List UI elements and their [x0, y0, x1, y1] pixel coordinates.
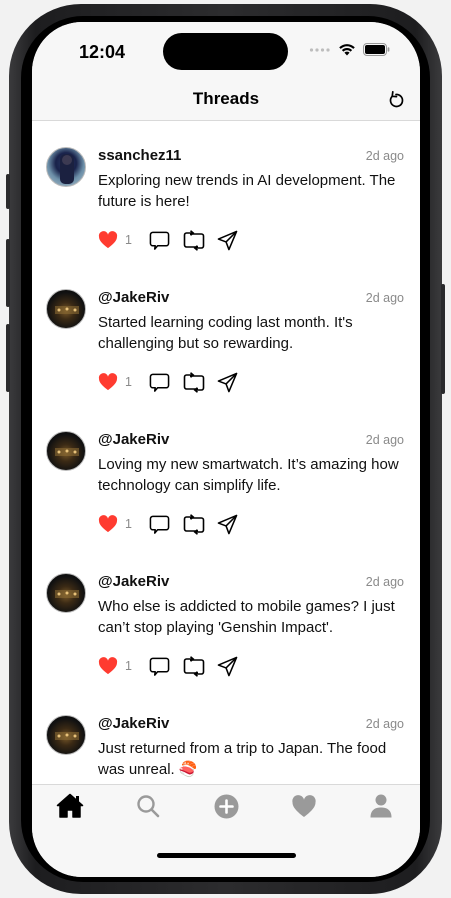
post-actions: 1 — [98, 229, 238, 251]
screen: 12:04 Threads ssanchez11 2d ago Explorin… — [32, 22, 420, 877]
comment-icon[interactable] — [149, 230, 170, 251]
power-button — [441, 284, 445, 394]
like-button[interactable]: 1 — [98, 373, 149, 391]
like-button[interactable]: 1 — [98, 231, 149, 249]
wifi-icon — [339, 44, 355, 56]
like-button[interactable]: 1 — [98, 515, 149, 533]
signal-icon — [309, 47, 330, 52]
avatar[interactable] — [46, 573, 86, 613]
person-icon — [370, 794, 392, 818]
heart-icon — [292, 794, 316, 817]
avatar[interactable] — [46, 147, 86, 187]
post-content: Just returned from a trip to Japan. The … — [98, 740, 387, 778]
navigation-bar: Threads — [32, 84, 420, 121]
share-icon[interactable] — [217, 514, 238, 535]
post-content: Loving my new smartwatch. It’s amazing h… — [98, 456, 399, 494]
post-content: Started learning coding last month. It's… — [98, 314, 353, 352]
tab-activity[interactable] — [289, 791, 319, 821]
post-time: 2d ago — [365, 291, 404, 305]
heart-icon — [98, 231, 118, 249]
post-time: 2d ago — [365, 717, 404, 731]
like-count: 1 — [125, 375, 132, 389]
heart-icon — [98, 373, 118, 391]
comment-icon[interactable] — [149, 656, 170, 677]
post[interactable]: @JakeRiv 2d ago Loving my new smartwatch… — [32, 406, 420, 548]
post-username[interactable]: @JakeRiv — [98, 289, 169, 306]
dynamic-island — [163, 33, 288, 70]
refresh-icon[interactable] — [386, 90, 406, 110]
repost-icon[interactable] — [183, 655, 205, 677]
volume-up-button — [6, 239, 10, 307]
repost-icon[interactable] — [183, 513, 205, 535]
repost-icon[interactable] — [183, 371, 205, 393]
post[interactable]: @JakeRiv 2d ago Just returned from a tri… — [32, 690, 420, 784]
post[interactable]: @JakeRiv 2d ago Who else is addicted to … — [32, 548, 420, 690]
post[interactable]: ssanchez11 2d ago Exploring new trends i… — [32, 122, 420, 264]
status-icons — [309, 43, 390, 56]
heart-icon — [98, 657, 118, 675]
battery-icon — [363, 43, 390, 56]
repost-icon[interactable] — [183, 229, 205, 251]
post-actions: 1 — [98, 513, 238, 535]
post[interactable]: @JakeRiv 2d ago Started learning coding … — [32, 264, 420, 406]
tab-profile[interactable] — [366, 791, 396, 821]
like-count: 1 — [125, 517, 132, 531]
post-time: 2d ago — [365, 149, 404, 163]
heart-icon — [98, 515, 118, 533]
search-icon — [137, 795, 160, 818]
volume-down-button — [6, 324, 10, 392]
tab-home[interactable] — [55, 791, 85, 821]
share-icon[interactable] — [217, 656, 238, 677]
post-username[interactable]: @JakeRiv — [98, 715, 169, 732]
post-time: 2d ago — [365, 433, 404, 447]
tab-search[interactable] — [133, 791, 163, 821]
tab-bar — [32, 784, 420, 877]
post-username[interactable]: @JakeRiv — [98, 573, 169, 590]
post-content: Who else is addicted to mobile games? I … — [98, 598, 395, 636]
like-count: 1 — [125, 233, 132, 247]
avatar[interactable] — [46, 715, 86, 755]
status-bar: 12:04 — [32, 22, 420, 84]
avatar[interactable] — [46, 289, 86, 329]
threads-feed[interactable]: ssanchez11 2d ago Exploring new trends i… — [32, 122, 420, 784]
post-actions: 1 — [98, 371, 238, 393]
post-username[interactable]: ssanchez11 — [98, 147, 181, 164]
post-username[interactable]: @JakeRiv — [98, 431, 169, 448]
like-button[interactable]: 1 — [98, 657, 149, 675]
share-icon[interactable] — [217, 372, 238, 393]
like-count: 1 — [125, 659, 132, 673]
avatar[interactable] — [46, 431, 86, 471]
home-indicator[interactable] — [157, 853, 296, 858]
comment-icon[interactable] — [149, 514, 170, 535]
home-icon — [56, 793, 84, 818]
post-actions: 1 — [98, 655, 238, 677]
comment-icon[interactable] — [149, 372, 170, 393]
action-button — [6, 174, 10, 209]
plus-circle-icon — [214, 794, 238, 818]
share-icon[interactable] — [217, 230, 238, 251]
post-time: 2d ago — [365, 575, 404, 589]
page-title: Threads — [192, 89, 260, 108]
post-content: Exploring new trends in AI development. … — [98, 172, 396, 210]
status-time: 12:04 — [79, 42, 126, 62]
tab-create[interactable] — [211, 791, 241, 821]
